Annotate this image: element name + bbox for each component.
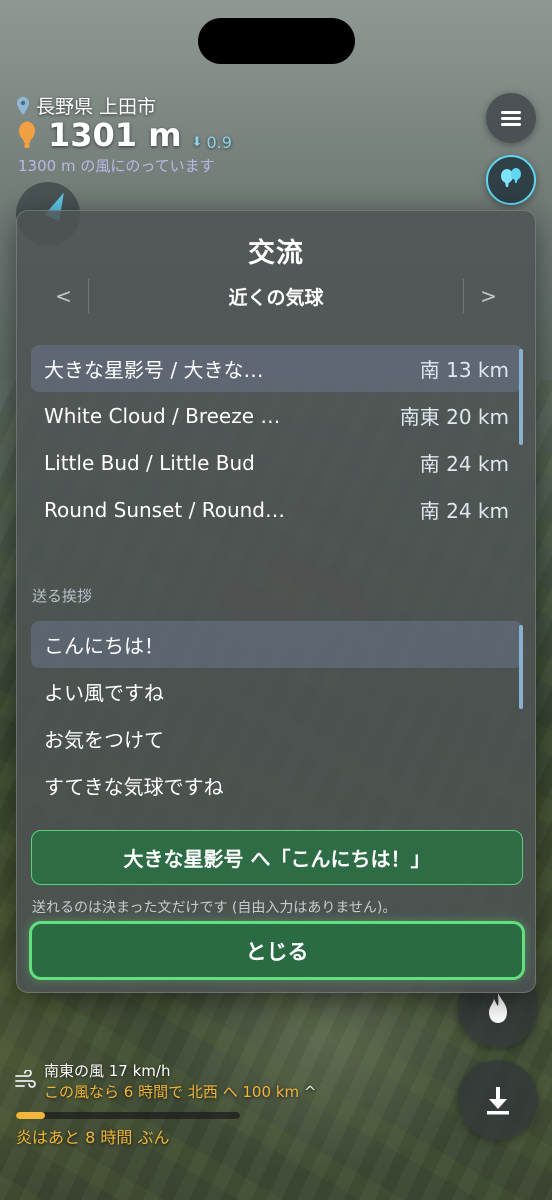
altitude-value: 1301 m	[48, 116, 182, 154]
balloon-distance: 南 24 km	[419, 452, 509, 476]
fuel-remaining-text: 炎はあと 8 時間 ぶん	[16, 1128, 170, 1147]
greeting-option[interactable]: こんにちは！	[31, 621, 523, 668]
altitude-delta: ⬇ 0.9	[192, 133, 232, 152]
greeting-section-label: 送る挨拶	[32, 587, 93, 605]
chat-balloons-icon	[501, 168, 521, 187]
balloon-distance: 南 24 km	[419, 499, 509, 523]
wind-layer-note: 1300 m の風にのっています	[18, 157, 215, 175]
download-icon	[487, 1087, 509, 1115]
send-greeting-button[interactable]: 大きな星影号 へ「こんにちは！」	[31, 830, 523, 885]
menu-icon	[501, 108, 521, 129]
pin-icon	[17, 96, 29, 115]
balloon-row[interactable]: White Cloud / Breeze … 南東 20 km	[31, 392, 523, 439]
greeting-option[interactable]: よい風ですね	[31, 668, 523, 715]
balloon-distance: 南 13 km	[419, 358, 509, 382]
greeting-text: こんにちは！	[44, 634, 164, 658]
balloon-row[interactable]: 大きな星影号 / 大きな… 南 13 km	[31, 345, 523, 392]
wind-icon	[15, 1070, 36, 1088]
balloon-distance: 南東 20 km	[399, 405, 509, 429]
balloon-list-scrollbar[interactable]	[519, 349, 523, 445]
location-label: 長野県 上田市	[16, 92, 156, 119]
social-modal: 交流 < 近くの気球 > 大きな星影号 / 大きな… 南 13 km White…	[16, 210, 536, 993]
close-button[interactable]: とじる	[29, 921, 525, 980]
location-text: 長野県 上田市	[36, 96, 157, 118]
flame-icon	[489, 993, 507, 1023]
next-tab-button[interactable]: >	[462, 279, 513, 313]
greeting-text: よい風ですね	[44, 681, 164, 705]
fuel-bar-fill	[16, 1112, 46, 1119]
balloon-row[interactable]: Round Sunset / Round… 南 24 km	[31, 486, 523, 533]
greeting-list[interactable]: こんにちは！ よい風ですね お気をつけて すてきな気球ですね	[31, 621, 523, 819]
expand-caret-icon[interactable]: ^	[304, 1083, 317, 1101]
wind-forecast-text[interactable]: この風なら 6 時間で 北西 へ 100 km ^	[44, 1081, 316, 1102]
fixed-phrase-note: 送れるのは決まった文だけです (自由入力はありません)。	[32, 900, 397, 916]
balloon-icon	[19, 121, 35, 148]
down-arrow-icon: ⬇	[191, 135, 203, 150]
modal-title: 交流	[248, 238, 304, 269]
greeting-option[interactable]: お気をつけて	[31, 715, 523, 762]
social-button[interactable]	[486, 155, 536, 205]
wind-speed-text: 南東の風 17 km/h	[44, 1062, 171, 1080]
tab-nearby-balloons: 近くの気球	[228, 286, 324, 309]
nearby-balloon-list[interactable]: 大きな星影号 / 大きな… 南 13 km White Cloud / Bree…	[31, 345, 523, 545]
menu-button[interactable]	[486, 93, 536, 143]
greeting-text: お気をつけて	[44, 728, 164, 752]
prev-tab-button[interactable]: <	[39, 279, 89, 313]
tab-switcher: < 近くの気球 >	[39, 279, 513, 313]
balloon-name: Little Bud / Little Bud	[44, 450, 255, 475]
device-notch	[198, 18, 355, 64]
balloon-name: White Cloud / Breeze …	[44, 403, 281, 428]
balloon-name: Round Sunset / Round…	[44, 497, 285, 522]
greeting-list-scrollbar[interactable]	[519, 625, 523, 709]
greeting-text: すてきな気球ですね	[44, 775, 224, 799]
altitude-delta-value: 0.9	[206, 133, 232, 152]
descend-button[interactable]	[458, 1060, 538, 1140]
greeting-option[interactable]: すてきな気球ですね	[31, 762, 523, 809]
balloon-name: 大きな星影号 / 大きな…	[44, 358, 264, 382]
balloon-row[interactable]: Little Bud / Little Bud 南 24 km	[31, 439, 523, 486]
fuel-bar	[16, 1112, 240, 1119]
wind-forecast-label: この風なら 6 時間で 北西 へ 100 km	[44, 1083, 300, 1101]
altitude-readout: 1301 m ⬇ 0.9	[16, 116, 232, 154]
